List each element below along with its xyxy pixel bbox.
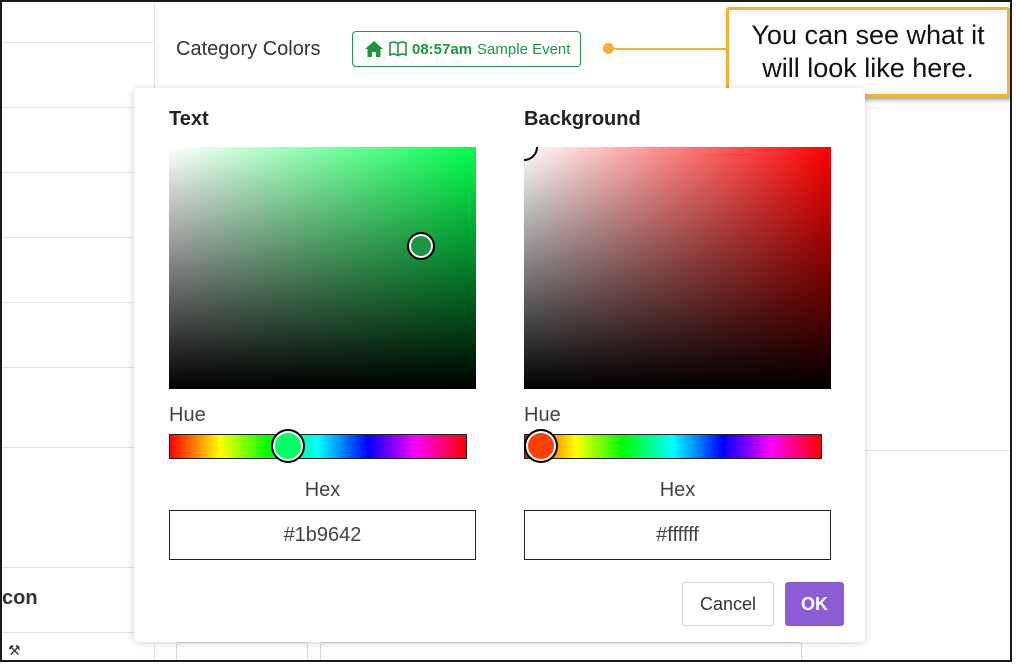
text-hex-input[interactable] bbox=[169, 510, 476, 560]
background-saturation-field[interactable] bbox=[524, 147, 831, 389]
left-row-divider bbox=[2, 447, 154, 448]
text-hue-handle[interactable] bbox=[271, 429, 306, 463]
left-row-divider bbox=[2, 172, 154, 173]
book-icon bbox=[389, 41, 407, 57]
left-row-divider bbox=[2, 567, 154, 568]
callout-pointer bbox=[603, 43, 614, 54]
background-hex-input[interactable] bbox=[524, 510, 831, 560]
background-hue-label: Hue bbox=[524, 404, 561, 426]
left-column: con ⚒ bbox=[2, 2, 155, 660]
background-panel-title: Background bbox=[524, 108, 641, 130]
text-hue-label: Hue bbox=[169, 404, 206, 426]
cancel-button[interactable]: Cancel bbox=[682, 582, 774, 626]
left-section-label: con bbox=[2, 587, 38, 609]
event-preview-chip: 08:57am Sample Event bbox=[352, 31, 582, 67]
text-saturation-handle[interactable] bbox=[406, 232, 435, 261]
event-time: 08:57am bbox=[412, 40, 473, 58]
background-input[interactable] bbox=[320, 642, 802, 660]
background-hue-handle[interactable] bbox=[524, 429, 558, 463]
text-saturation-field[interactable] bbox=[169, 147, 476, 389]
callout-text: You can see what it will look like here. bbox=[751, 20, 985, 83]
background-hue-slider[interactable] bbox=[524, 434, 822, 459]
left-row-divider bbox=[2, 367, 154, 368]
left-row-divider bbox=[2, 237, 154, 238]
app-window: con ⚒ Category Colors 08:57am Sample Eve… bbox=[0, 0, 1012, 662]
left-row-divider bbox=[2, 632, 154, 633]
home-icon bbox=[364, 40, 384, 58]
text-panel-title: Text bbox=[169, 108, 209, 130]
left-row-divider bbox=[2, 42, 154, 43]
color-picker-popup: Text Hue Hex Background Hue Hex Cancel bbox=[134, 88, 865, 642]
background-hex-label: Hex bbox=[659, 479, 696, 501]
callout-box: You can see what it will look like here. bbox=[726, 7, 1010, 97]
right-divider bbox=[864, 450, 1010, 451]
left-row-divider bbox=[2, 107, 154, 108]
callout-connector bbox=[610, 48, 728, 50]
text-hue-slider[interactable] bbox=[169, 434, 467, 459]
event-title: Sample Event bbox=[477, 40, 571, 58]
left-row-divider bbox=[2, 302, 154, 303]
background-input[interactable] bbox=[176, 642, 308, 660]
ok-button[interactable]: OK bbox=[785, 582, 844, 626]
category-colors-label: Category Colors bbox=[176, 38, 321, 60]
text-hex-label: Hex bbox=[304, 479, 341, 501]
wrench-icon[interactable]: ⚒ bbox=[8, 642, 21, 659]
